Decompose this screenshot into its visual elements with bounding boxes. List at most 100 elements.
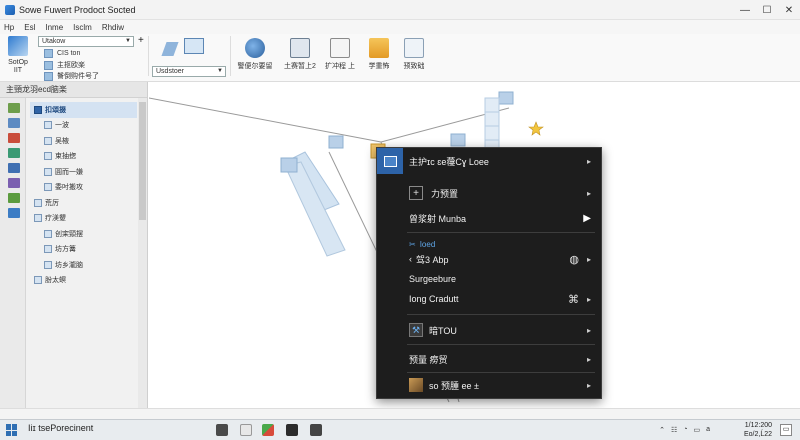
title-bar: Sowe Fuwert Prodoct Socted — ☐ ✕	[0, 0, 800, 20]
context-item-image[interactable]: so 预腫 ee ± ▸	[377, 375, 601, 395]
style-icon[interactable]	[8, 208, 20, 218]
ribbon-tool-5[interactable]: 预致础	[398, 38, 430, 71]
text-tool-icon[interactable]	[8, 133, 20, 143]
node-handle[interactable]	[328, 135, 344, 149]
play-arrow-icon: ▶	[583, 212, 591, 224]
ribbon-tool-1[interactable]: 警便尔要留	[234, 38, 276, 71]
tree-item[interactable]: 吴棭	[30, 133, 137, 149]
context-item-abp[interactable]: ‹ 驾3 Abp ◍ ▸	[377, 249, 601, 269]
edit-app-icon[interactable]	[310, 424, 322, 436]
connector-line[interactable]	[149, 97, 382, 143]
sidebar-scrollbar[interactable]	[138, 98, 147, 408]
app-window-icon[interactable]	[286, 424, 298, 436]
battery-icon[interactable]: ▭	[693, 426, 700, 434]
ribbon-small-item-2[interactable]: 主抠欧楽	[44, 60, 85, 70]
ribbon-tool-label-4: 学重怖	[368, 63, 390, 70]
menu-item-rhdiw[interactable]: Rhdiw	[102, 23, 124, 32]
ribbon-small-item-3[interactable]: 鬠倒购件号了	[44, 71, 99, 81]
language-indicator[interactable]: a	[706, 426, 710, 434]
setup-icon	[8, 36, 28, 56]
start-tile	[6, 430, 11, 436]
network-icon[interactable]: ☷	[671, 426, 677, 434]
tool-icon: ⚒	[409, 323, 423, 337]
star-icon[interactable]	[528, 121, 544, 136]
menu-item-esl[interactable]: Esl	[24, 23, 35, 32]
arc-icon: ‹	[409, 254, 412, 264]
node-icon	[44, 167, 52, 176]
context-item-munba[interactable]: 曾浆射 Munba ▶	[377, 208, 601, 228]
close-icon[interactable]: ✕	[778, 0, 800, 20]
grid-icon: ⌘	[568, 293, 579, 306]
link-icon[interactable]	[8, 193, 20, 203]
taskbar-search[interactable]: Iiɪ tsePorecinent	[28, 423, 93, 433]
tree-item-label: 吴棭	[55, 137, 69, 145]
chevron-right-icon: ▸	[586, 325, 591, 335]
clock[interactable]: 1/12:200 Eo/2,Ĺ22	[744, 421, 772, 439]
style-combo[interactable]: Utakow ▼	[38, 36, 134, 47]
volume-icon[interactable]: ◔	[683, 426, 687, 434]
tree-item[interactable]: 圓而一嫌	[30, 164, 137, 180]
ribbon-small-item-1[interactable]: CIS ton	[44, 49, 80, 58]
tree-item[interactable]: 扣頌掇	[30, 102, 137, 118]
node-handle[interactable]	[450, 133, 466, 147]
connector-icon[interactable]	[8, 118, 20, 128]
chevron-right-icon: ▸	[586, 354, 591, 364]
sidebar-tree: 扣頌掇 一波 吴棭 束抽揔 圓而一嫌 委吋搬攻 荒厉 疗渼顰 创寀頸摆 坊方篝 …	[30, 102, 137, 288]
menu-item-hp[interactable]: Hp	[4, 23, 14, 32]
setup-button[interactable]: SotOp IIT	[6, 36, 30, 75]
font-combo[interactable]: Usdstoer ▼	[152, 66, 226, 77]
node-handle[interactable]	[280, 157, 298, 173]
chevron-right-icon: ▸	[586, 188, 591, 198]
scrollbar-thumb[interactable]	[139, 102, 146, 220]
ribbon-tool-2[interactable]: 土赛暂上2	[280, 38, 320, 71]
minimize-icon[interactable]: —	[734, 0, 756, 20]
ribbon-tool-4[interactable]: 学重怖	[362, 38, 396, 71]
shape-icon[interactable]	[160, 36, 212, 62]
tree-item[interactable]: 束抽揔	[30, 149, 137, 165]
folder-icon	[34, 198, 42, 207]
node-handle[interactable]	[498, 91, 514, 105]
context-item-cradutt[interactable]: Iong Cradutt ⌘ ▸	[377, 289, 601, 309]
shapes-icon[interactable]	[8, 148, 20, 158]
clock-time: 1/12:200	[744, 422, 772, 429]
layers-icon[interactable]	[8, 163, 20, 173]
context-item-surgeebure[interactable]: Surgeebure	[377, 269, 601, 289]
pointer-icon[interactable]	[8, 103, 20, 113]
app-icon	[5, 4, 15, 15]
menu-item-isclm[interactable]: Isclm	[73, 23, 92, 32]
store-icon[interactable]	[262, 424, 274, 436]
tree-item-label: 坊乡瀧脑	[55, 261, 83, 269]
node-icon	[44, 121, 52, 130]
tree-item[interactable]: 委吋搬攻	[30, 180, 137, 196]
tree-item[interactable]: 坊方篝	[30, 242, 137, 258]
context-item-primary[interactable]: 主护ɪc ɛe蘉Cɣ Loee ▸	[377, 151, 601, 171]
menu-item-inme[interactable]: Inme	[45, 23, 63, 32]
notepad-icon[interactable]	[240, 424, 252, 436]
context-item-preset[interactable]: + 力预置 ▸	[377, 183, 601, 203]
properties-icon[interactable]	[8, 178, 20, 188]
ribbon-tool-label-3: 扩冲程 上	[325, 63, 355, 70]
tray-chevron-icon[interactable]: ⌃	[659, 426, 665, 434]
context-item-label: 主护ɪc ɛe蘉Cɣ Loee	[409, 156, 489, 167]
add-icon[interactable]: +	[138, 35, 144, 46]
tree-item[interactable]: 坊乡瀧脑	[30, 257, 137, 273]
tree-item[interactable]: 一波	[30, 118, 137, 134]
tree-item[interactable]: 荒厉	[30, 195, 137, 211]
chevron-right-icon: ▸	[586, 380, 591, 390]
context-item-preview[interactable]: 预量 痨贸 ▸	[377, 349, 601, 369]
context-item-label: 预量 痨贸	[409, 354, 448, 365]
maximize-icon[interactable]: ☐	[756, 0, 778, 20]
tree-item[interactable]: 创寀頸摆	[30, 226, 137, 242]
tree-item[interactable]: 疗渼顰	[30, 211, 137, 227]
tree-item-label: 圓而一嫌	[55, 168, 83, 176]
tree-item[interactable]: 朌太螟	[30, 273, 137, 289]
folder-icon	[34, 214, 42, 223]
folder-icon	[369, 38, 389, 58]
context-item-label: 暗TOU	[429, 325, 457, 336]
ribbon-tool-3[interactable]: 扩冲程 上	[320, 38, 360, 71]
notification-icon[interactable]: ▭	[780, 424, 792, 436]
start-button[interactable]	[6, 424, 18, 436]
file-explorer-icon[interactable]	[216, 424, 228, 436]
context-item-label: Ioed	[419, 239, 436, 249]
context-item-tou[interactable]: ⚒ 暗TOU ▸	[377, 320, 601, 340]
